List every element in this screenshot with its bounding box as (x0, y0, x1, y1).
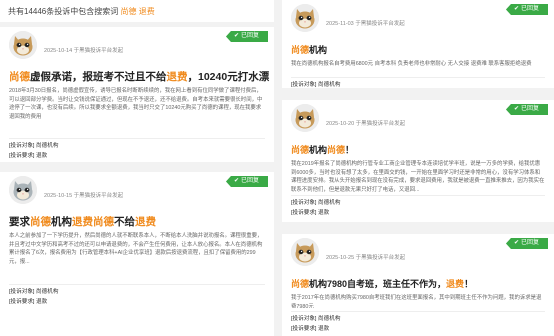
card-header: 2025-10-15 于黑猫投诉平台发起 ✔ 已回复 (0, 172, 274, 216)
replied-badge: ✔ 已回复 (225, 176, 268, 187)
check-icon: ✔ (233, 178, 239, 184)
complaint-title[interactable]: 要求尚德机构退费尚德不给退费 (0, 216, 274, 229)
summary-prefix: 共有 (8, 7, 24, 16)
title-segment: 机构7980自考班，班主任不作为， (309, 279, 447, 289)
complaint-title[interactable]: 尚德机构尚德！ (282, 144, 554, 157)
complaint-date: 2025-10-15 于黑猫投诉平台发起 (44, 193, 124, 199)
complaint-date: 2025-10-20 于黑猫投诉平台发起 (326, 121, 406, 127)
title-segment: 尚德 (93, 216, 114, 228)
complaint-request: [投诉要求] 退款 (9, 298, 48, 305)
complaint-title[interactable]: 尚德虚假承诺，报班考不过且不给退费，10240元打水漂 (0, 71, 274, 84)
check-icon: ✔ (513, 6, 519, 12)
title-segment: 退费 (135, 216, 156, 228)
complaint-date: 2025-10-14 于黑猫投诉平台发起 (44, 48, 124, 54)
avatar (291, 238, 319, 266)
title-segment: 尚德 (327, 145, 346, 155)
cat-avatar-icon (9, 31, 37, 59)
replied-badge: ✔ 已回复 (505, 238, 548, 249)
complaint-request: [投诉要求] 退款 (291, 209, 330, 216)
divider (9, 284, 265, 285)
cat-avatar-icon (291, 238, 319, 266)
complaint-card[interactable]: 2025-10-14 于黑猫投诉平台发起 ✔ 已回复 尚德虚假承诺，报班考不过且不… (0, 27, 274, 162)
title-segment: 退费 (446, 279, 465, 289)
complaint-body: 我在尚德机构报名自考费用6800元 自考本科 负责老师也非常耐心 无人交接 退费… (291, 61, 532, 67)
complaint-request: [投诉要求] 退款 (9, 152, 48, 159)
title-segment: 尚德 (291, 279, 310, 289)
title-segment: 尚德 (9, 71, 30, 83)
summary-keyword: 尚德 退费 (120, 7, 155, 16)
summary-suffix: 条投诉中包含搜索词 (46, 7, 119, 16)
divider (291, 311, 545, 312)
title-segment: 退费 (166, 71, 188, 83)
check-icon: ✔ (513, 106, 519, 112)
complaint-card[interactable]: 2025-10-25 于黑猫投诉平台发起 ✔ 已回复 尚德机构7980自考班，班主… (282, 234, 554, 336)
search-summary: 共有14446条投诉中包含搜索词 尚德 退费 (0, 0, 274, 22)
title-segment: 虚假承诺，报班考不过且不给 (30, 71, 167, 83)
avatar (9, 176, 37, 204)
complaint-target: [投诉对象] 尚德机构 (9, 289, 59, 295)
complaint-request: [投诉要求] 退款 (291, 325, 330, 332)
complaint-target: [投诉对象] 尚德机构 (291, 200, 341, 206)
complaint-body: 2018年3月30日报名，尚德虚假宣传，诱导已报名时断断续续的，我在网上看到有位… (9, 88, 263, 121)
complaint-card[interactable]: 2025-10-20 于黑猫投诉平台发起 ✔ 已回复 尚德机构尚德！ 我在2019… (282, 100, 554, 222)
title-segment: 尚德 (291, 45, 310, 55)
avatar (9, 31, 37, 59)
title-segment: ！ (464, 279, 474, 289)
title-segment: ！ (345, 145, 355, 155)
complaint-title[interactable]: 尚德机构 (282, 44, 554, 57)
complaint-target: [投诉对象] 尚德机构 (291, 82, 341, 88)
title-segment: 退费 (72, 216, 93, 228)
title-segment: 机构 (309, 45, 328, 55)
avatar (291, 4, 319, 32)
complaint-body: 本人之前参加了一下学历提升，然后尚德的人就不断联系本人，不断给本人洗脑并说劝报名… (9, 233, 263, 266)
title-segment: 尚德 (291, 145, 310, 155)
complaint-title[interactable]: 尚德机构7980自考班，班主任不作为，退费！ (282, 278, 554, 291)
title-segment: 要求 (9, 216, 30, 228)
cat-avatar-icon (291, 4, 319, 32)
card-header: 2025-10-14 于黑猫投诉平台发起 ✔ 已回复 (0, 27, 274, 71)
replied-badge: ✔ 已回复 (505, 104, 548, 115)
title-segment: 不给 (114, 216, 135, 228)
complaint-date: 2025-10-25 于黑猫投诉平台发起 (326, 255, 406, 261)
complaint-body: 我于2017年在尚德机构购买7980自考班我们在这班里面报名，其中到期班主任不作… (291, 295, 542, 308)
divider (291, 195, 545, 196)
check-icon: ✔ (233, 33, 239, 39)
title-segment: ，10240元打水漂 (187, 71, 270, 83)
cat-avatar-icon (9, 176, 37, 204)
cat-avatar-icon (291, 104, 319, 132)
divider (9, 138, 265, 139)
summary-count: 14446 (24, 7, 47, 16)
title-segment: 机构 (51, 216, 72, 228)
replied-badge: ✔ 已回复 (225, 31, 268, 42)
check-icon: ✔ (513, 240, 519, 246)
complaint-card[interactable]: 2025-10-15 于黑猫投诉平台发起 ✔ 已回复 要求尚德机构退费尚德不给退费… (0, 172, 274, 336)
replied-badge: ✔ 已回复 (505, 4, 548, 15)
complaint-card[interactable]: 2025-11-03 于黑猫投诉平台发起 ✔ 已回复 尚德机构 我在尚德机构报名自… (282, 0, 554, 88)
title-segment: 尚德 (30, 216, 51, 228)
card-header: 2025-10-25 于黑猫投诉平台发起 ✔ 已回复 (282, 234, 554, 278)
complaint-target: [投诉对象] 尚德机构 (291, 316, 341, 322)
avatar (291, 104, 319, 132)
title-segment: 机构 (309, 145, 328, 155)
card-header: 2025-10-20 于黑猫投诉平台发起 ✔ 已回复 (282, 100, 554, 144)
complaint-target: [投诉对象] 尚德机构 (9, 143, 59, 149)
complaint-date: 2025-11-03 于黑猫投诉平台发起 (326, 21, 405, 27)
left-column: 共有14446条投诉中包含搜索词 尚德 退费 2025-10-14 于黑猫投诉平… (0, 0, 274, 336)
card-header: 2025-11-03 于黑猫投诉平台发起 ✔ 已回复 (282, 0, 554, 44)
complaint-body: 我在2019年报名了尚德机构的行管专业工商企业管理专本连读培优学半班，说是一万多… (291, 161, 545, 192)
divider (291, 77, 545, 78)
